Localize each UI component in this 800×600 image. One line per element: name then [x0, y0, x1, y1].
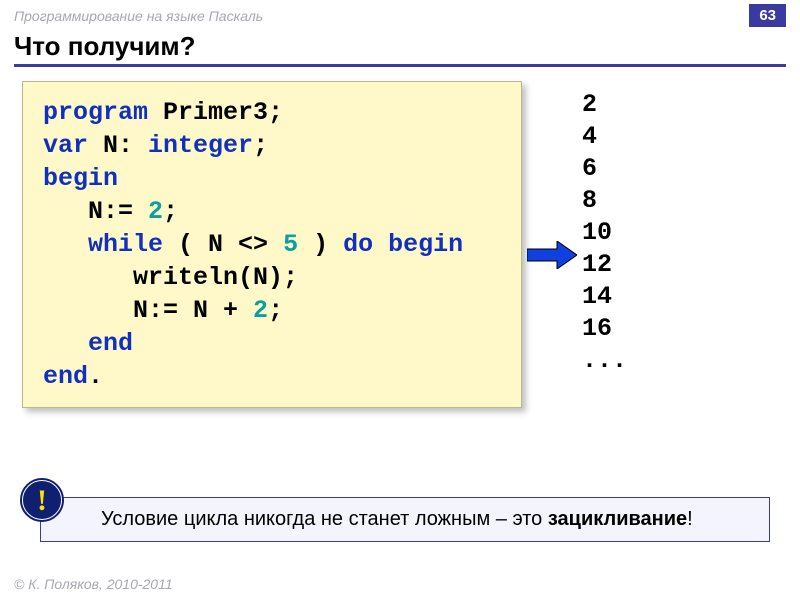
note-text: Условие цикла никогда не станет ложным –…: [101, 508, 548, 530]
code-line: N:= 2;: [43, 195, 503, 228]
content-area: program Primer3; var N: integer; begin N…: [22, 81, 786, 501]
arrow-icon: [527, 241, 577, 269]
output-line: 8: [582, 185, 627, 217]
output-line: 16: [582, 313, 627, 345]
exclamation-badge-icon: !: [20, 478, 64, 522]
code-line: while ( N <> 5 ) do begin: [43, 228, 503, 261]
output-line: 14: [582, 281, 627, 313]
code-line: writeln(N);: [43, 261, 503, 294]
note-box: Условие цикла никогда не станет ложным –…: [40, 497, 770, 542]
note-post: !: [687, 508, 693, 530]
code-line: program Primer3;: [43, 96, 503, 129]
subject-label: Программирование на языке Паскаль: [14, 8, 263, 24]
title-row: Что получим?: [14, 31, 786, 67]
code-line: end: [43, 327, 503, 360]
footer-copyright: © К. Поляков, 2010-2011: [14, 576, 173, 592]
output-list: 2 4 6 8 10 12 14 16 ...: [582, 89, 627, 377]
code-line: var N: integer;: [43, 129, 503, 162]
note-term: зацикливание: [548, 508, 687, 530]
output-line: 6: [582, 153, 627, 185]
svg-text:!: !: [37, 484, 47, 517]
code-line: begin: [43, 162, 503, 195]
output-line: 10: [582, 217, 627, 249]
output-line: 12: [582, 249, 627, 281]
code-box: program Primer3; var N: integer; begin N…: [22, 81, 522, 408]
output-line: 2: [582, 89, 627, 121]
output-line: 4: [582, 121, 627, 153]
output-line: ...: [582, 345, 627, 377]
slide-header: Программирование на языке Паскаль 63: [0, 0, 800, 29]
slide-title: Что получим?: [14, 31, 786, 62]
code-line: end.: [43, 360, 503, 393]
code-line: N:= N + 2;: [43, 294, 503, 327]
page-number: 63: [749, 4, 786, 27]
